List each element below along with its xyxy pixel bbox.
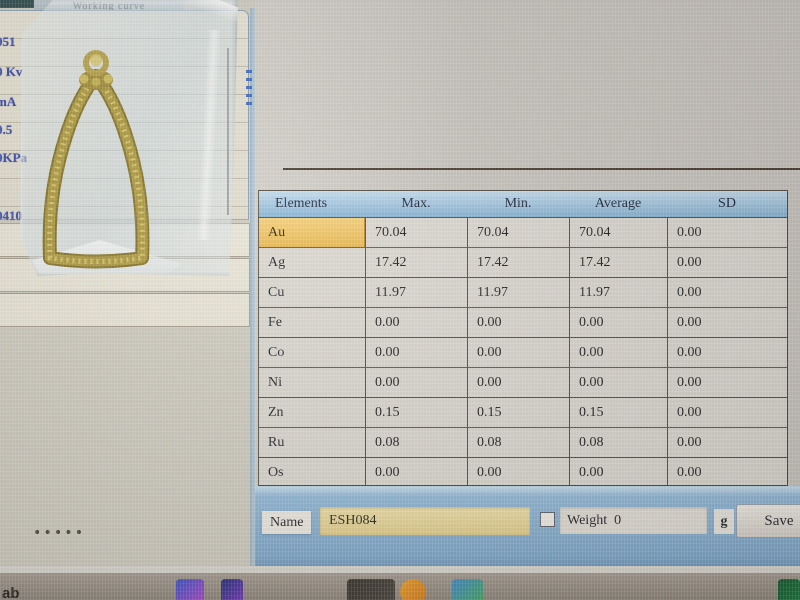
unit-label: g: [714, 509, 734, 534]
min-cell: 11.97: [467, 278, 569, 307]
min-cell: 0.00: [467, 368, 569, 397]
save-button[interactable]: Save: [736, 504, 800, 538]
element-cell: Cu: [259, 278, 365, 307]
table-row[interactable]: Ni 0.00 0.00 0.00 0.00: [259, 368, 787, 398]
sd-cell: 0.00: [667, 218, 787, 247]
element-cell: Ru: [259, 428, 365, 457]
table-row[interactable]: Zn 0.15 0.15 0.15 0.00: [259, 398, 787, 428]
sd-cell: 0.00: [667, 278, 787, 307]
results-table-header: Elements Max. Min. Average SD: [259, 191, 787, 218]
element-cell: Zn: [259, 398, 365, 427]
table-row[interactable]: Os 0.00 0.00 0.00 0.00: [259, 458, 787, 486]
bag-highlight: [160, 0, 246, 26]
taskbar: ab: [0, 573, 800, 600]
average-cell: 0.00: [569, 308, 667, 337]
table-row[interactable]: Au 70.04 70.04 70.04 0.00: [259, 218, 787, 248]
average-cell: 0.08: [569, 428, 667, 457]
max-cell: 0.00: [365, 308, 467, 337]
element-cell: Os: [259, 458, 365, 486]
sd-cell: 0.00: [667, 458, 787, 486]
weight-field[interactable]: Weight 0: [560, 507, 707, 534]
min-cell: 0.00: [467, 458, 569, 486]
results-table: Elements Max. Min. Average SD Au 70.04 7…: [258, 190, 788, 486]
min-cell: 0.00: [467, 308, 569, 337]
results-table-body: Au 70.04 70.04 70.04 0.00 Ag 17.42 17.42…: [259, 218, 787, 486]
min-cell: 17.42: [467, 248, 569, 277]
max-cell: 0.15: [365, 398, 467, 427]
form-field-row: [0, 293, 250, 327]
sd-cell: 0.00: [667, 338, 787, 367]
gold-pendant-frame: [14, 36, 174, 288]
sample-info-bar: Name ESH084 Weight 0 g Save: [255, 486, 800, 566]
max-cell: 0.08: [365, 428, 467, 457]
max-cell: 11.97: [365, 278, 467, 307]
min-cell: 70.04: [467, 218, 569, 247]
element-cell: Au: [259, 218, 365, 247]
header-elements: Elements: [259, 191, 365, 217]
table-row[interactable]: Co 0.00 0.00 0.00 0.00: [259, 338, 787, 368]
element-cell: Ni: [259, 368, 365, 397]
weight-label: Weight: [567, 513, 607, 529]
table-row[interactable]: Fe 0.00 0.00 0.00 0.00: [259, 308, 787, 338]
average-cell: 0.00: [569, 458, 667, 486]
average-cell: 17.42: [569, 248, 667, 277]
average-cell: 70.04: [569, 218, 667, 247]
min-cell: 0.15: [467, 398, 569, 427]
header-min: Min.: [467, 191, 569, 217]
max-cell: 0.00: [365, 338, 467, 367]
main-panel: Elements Max. Min. Average SD Au 70.04 7…: [255, 0, 800, 566]
analyzer-screen: Working curve 0510 KvmA0.50KPa0410 •••••…: [0, 0, 800, 600]
header-max: Max.: [365, 191, 467, 217]
max-cell: 0.00: [365, 368, 467, 397]
average-cell: 11.97: [569, 278, 667, 307]
photos-app-icon[interactable]: [176, 579, 204, 600]
spreadsheet-app-icon[interactable]: [778, 579, 800, 600]
dark-app-icon[interactable]: [347, 579, 395, 600]
sd-cell: 0.00: [667, 248, 787, 277]
element-cell: Ag: [259, 248, 365, 277]
max-cell: 17.42: [365, 248, 467, 277]
table-row[interactable]: Cu 11.97 11.97 11.97 0.00: [259, 278, 787, 308]
bag-highlight: [197, 30, 222, 240]
average-cell: 0.00: [569, 368, 667, 397]
max-cell: 70.04: [365, 218, 467, 247]
header-average: Average: [569, 191, 667, 217]
sd-cell: 0.00: [667, 428, 787, 457]
left-readout-value: 0.5: [0, 122, 12, 138]
screen-bottom-edge: [0, 566, 800, 573]
average-cell: 0.15: [569, 398, 667, 427]
resize-handle-dots: •••••: [33, 525, 85, 541]
min-cell: 0.08: [467, 428, 569, 457]
table-row[interactable]: Ag 17.42 17.42 17.42 0.00: [259, 248, 787, 278]
media-app-icon[interactable]: [221, 579, 243, 600]
sd-cell: 0.00: [667, 308, 787, 337]
browser-icon[interactable]: [452, 579, 483, 600]
element-cell: Fe: [259, 308, 365, 337]
table-row[interactable]: Ru 0.08 0.08 0.08 0.00: [259, 428, 787, 458]
horizontal-rule: [283, 168, 800, 170]
name-input[interactable]: ESH084: [320, 507, 530, 535]
taskbar-partial-text: ab: [2, 585, 20, 600]
sd-cell: 0.00: [667, 368, 787, 397]
sd-cell: 0.00: [667, 398, 787, 427]
divider-tick-marks: [246, 70, 252, 110]
name-label: Name: [262, 511, 311, 534]
min-cell: 0.00: [467, 338, 569, 367]
header-sd: SD: [667, 191, 787, 217]
max-cell: 0.00: [365, 458, 467, 486]
element-cell: Co: [259, 338, 365, 367]
average-cell: 0.00: [569, 338, 667, 367]
weight-value: 0: [614, 513, 621, 529]
folder-icon[interactable]: [400, 579, 426, 600]
weight-checkbox[interactable]: [540, 512, 555, 527]
